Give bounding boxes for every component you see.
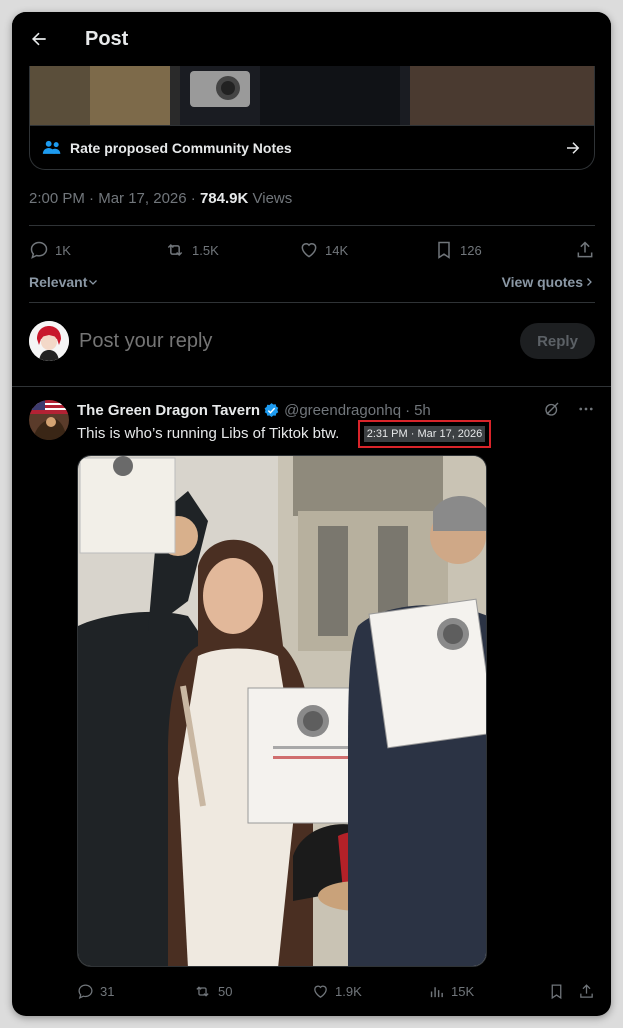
users-icon bbox=[42, 140, 61, 154]
divider bbox=[29, 302, 595, 303]
bookmark-icon bbox=[438, 241, 450, 259]
share-icon bbox=[577, 241, 593, 258]
repost-action[interactable]: 1.5K bbox=[164, 240, 299, 260]
divider bbox=[29, 225, 595, 226]
repost-icon bbox=[167, 243, 183, 257]
sort-dropdown[interactable]: Relevant bbox=[29, 274, 99, 290]
views-action[interactable]: 15K bbox=[428, 983, 548, 1000]
reply-icon bbox=[78, 983, 93, 999]
back-button[interactable] bbox=[12, 12, 66, 66]
post-date[interactable]: Mar 17, 2026 bbox=[98, 190, 186, 207]
avatar[interactable] bbox=[29, 321, 69, 361]
views-count: 15K bbox=[451, 983, 475, 999]
post-age[interactable]: 5h bbox=[414, 402, 431, 419]
view-quotes-label: View quotes bbox=[501, 274, 583, 290]
quoted-media-image[interactable] bbox=[30, 66, 594, 125]
repost-count: 50 bbox=[218, 983, 233, 999]
grok-icon[interactable] bbox=[543, 400, 561, 418]
reply-icon bbox=[30, 241, 48, 259]
post-actions: 1K 1.5K 14K 126 bbox=[29, 238, 595, 262]
post-text: This is who’s running Libs of Tiktok btw… bbox=[77, 425, 340, 442]
timestamp-badge: 2:31 PM · Mar 17, 2026 bbox=[364, 426, 485, 442]
share-action[interactable] bbox=[578, 983, 595, 1000]
heart-icon bbox=[314, 985, 327, 998]
verified-badge-icon bbox=[264, 403, 279, 417]
views-label: Views bbox=[252, 190, 293, 207]
reply-input[interactable] bbox=[79, 329, 520, 353]
reply-composer: Reply bbox=[29, 320, 595, 362]
views-count: 784.9K bbox=[199, 190, 249, 207]
top-bar: Post bbox=[12, 12, 611, 66]
reply-count: 1K bbox=[55, 242, 71, 258]
app-window: Post Rate proposed Community Notes 2:00 … bbox=[12, 12, 611, 1016]
repost-action[interactable]: 50 bbox=[193, 983, 312, 1000]
chevron-down-icon bbox=[89, 280, 98, 285]
reply-action[interactable]: 31 bbox=[77, 983, 193, 1000]
like-count: 1.9K bbox=[335, 983, 362, 999]
bookmark-icon bbox=[551, 983, 562, 999]
post-metadata: 2:00 PM · Mar 17, 2026 · 784.9K Views bbox=[29, 190, 293, 207]
reply-action[interactable]: 1K bbox=[29, 240, 164, 260]
post-time[interactable]: 2:00 PM bbox=[29, 190, 85, 207]
author-handle[interactable]: @greendragonhq bbox=[284, 402, 401, 419]
reply-count: 31 bbox=[100, 983, 115, 999]
more-icon[interactable] bbox=[577, 400, 595, 418]
post-tools bbox=[543, 400, 595, 418]
bookmark-action[interactable] bbox=[548, 983, 578, 1000]
sort-row: Relevant View quotes bbox=[29, 272, 595, 292]
share-action[interactable] bbox=[575, 240, 595, 260]
bookmark-action[interactable]: 126 bbox=[434, 240, 569, 260]
author-name[interactable]: The Green Dragon Tavern bbox=[77, 402, 260, 419]
post-header: The Green Dragon Tavern @greendragonhq ·… bbox=[77, 402, 431, 419]
analytics-icon bbox=[430, 986, 443, 997]
avatar[interactable] bbox=[29, 400, 69, 440]
sort-label: Relevant bbox=[29, 274, 88, 290]
view-quotes-link[interactable]: View quotes bbox=[502, 274, 595, 290]
community-notes-label: Rate proposed Community Notes bbox=[70, 140, 292, 156]
like-action[interactable]: 1.9K bbox=[312, 983, 428, 1000]
reply-post-actions: 31 50 1.9K 15K bbox=[77, 980, 597, 1002]
repost-icon bbox=[196, 985, 209, 997]
arrow-right-icon bbox=[567, 142, 580, 154]
bookmark-count: 126 bbox=[460, 242, 482, 258]
heart-icon bbox=[301, 243, 317, 258]
post-image[interactable] bbox=[77, 455, 487, 967]
arrow-left-icon bbox=[32, 32, 46, 46]
chevron-right-icon bbox=[587, 278, 592, 286]
repost-count: 1.5K bbox=[192, 242, 219, 258]
share-icon bbox=[580, 983, 593, 998]
separator-dot: · bbox=[405, 402, 411, 419]
page-title: Post bbox=[85, 27, 129, 50]
like-action[interactable]: 14K bbox=[299, 240, 434, 260]
section-divider bbox=[12, 386, 611, 387]
timestamp-highlight: 2:31 PM · Mar 17, 2026 bbox=[358, 420, 491, 448]
like-count: 14K bbox=[325, 242, 349, 258]
reply-button[interactable]: Reply bbox=[520, 323, 595, 359]
quoted-media-card[interactable]: Rate proposed Community Notes bbox=[29, 66, 595, 170]
community-notes-row[interactable]: Rate proposed Community Notes bbox=[30, 125, 594, 169]
